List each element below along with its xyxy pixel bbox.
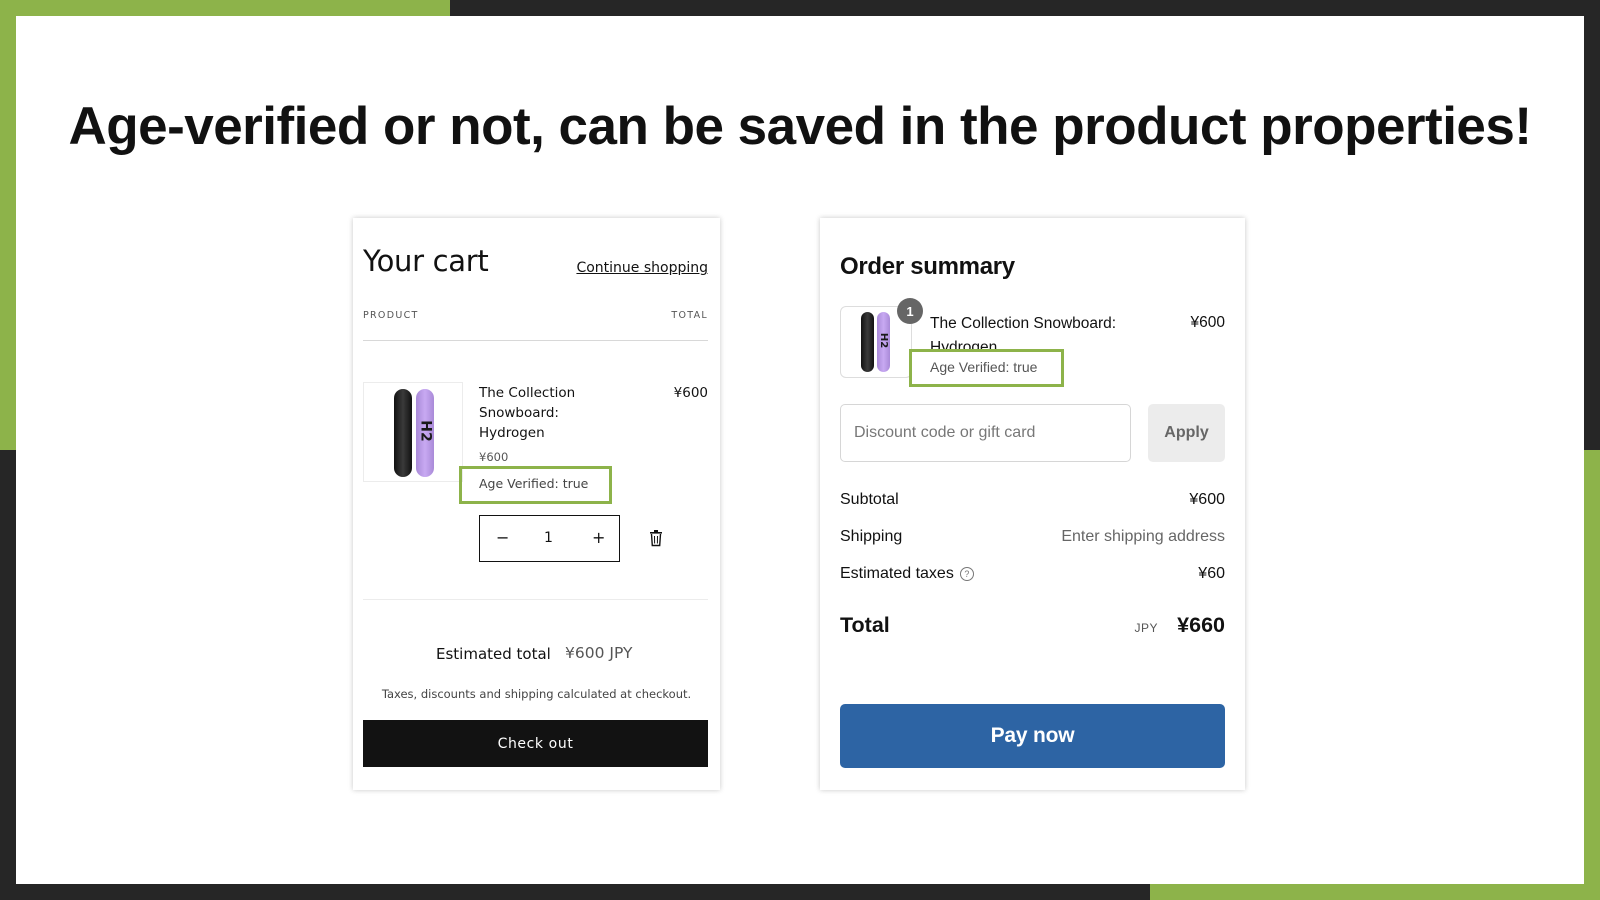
order-summary-panel: Order summary H2 1 The Collection Snowbo… [820, 218, 1245, 790]
subtotal-label: Subtotal [840, 491, 899, 508]
shipping-value: Enter shipping address [1061, 528, 1225, 545]
estimated-taxes-row: Estimated taxes? [840, 565, 974, 583]
summary-product-price: ¥600 [1190, 314, 1225, 331]
trash-icon[interactable] [649, 529, 663, 547]
quantity-value[interactable]: 1 [544, 530, 553, 546]
cart-column-product: PRODUCT [363, 310, 419, 321]
summary-product-name: The Collection Snowboard: Hydrogen [930, 315, 1117, 350]
estimated-taxes-label: Estimated taxes [840, 565, 954, 582]
summary-property-highlight [909, 349, 1064, 387]
cart-property-highlight [459, 466, 612, 504]
help-circle-icon[interactable]: ? [959, 567, 974, 581]
snowboard-dark [394, 389, 412, 477]
order-summary-title: Order summary [840, 253, 1015, 280]
shipping-label: Shipping [840, 528, 903, 545]
estimated-total-label: Estimated total [436, 645, 551, 663]
quantity-decrease-button[interactable]: − [496, 528, 509, 547]
checkout-button[interactable]: Check out [363, 720, 708, 767]
total-label: Total [840, 613, 890, 637]
apply-discount-button[interactable]: Apply [1148, 404, 1225, 462]
quantity-increase-button[interactable]: + [592, 528, 605, 547]
cart-footer-divider [363, 599, 708, 600]
discount-code-input[interactable] [840, 404, 1131, 462]
estimated-taxes-value: ¥60 [1198, 565, 1225, 582]
total-currency: JPY [1134, 621, 1158, 635]
cart-header-divider [363, 340, 708, 341]
cart-line-price: ¥600 [673, 385, 708, 401]
frame-accent-right [1584, 450, 1600, 900]
pay-now-button[interactable]: Pay now [840, 704, 1225, 768]
subtotal-value: ¥600 [1189, 491, 1225, 508]
estimated-total-value: ¥600 JPY [565, 644, 633, 662]
total-value: ¥660 [1177, 613, 1225, 637]
quantity-stepper: − 1 + [479, 515, 620, 562]
cart-unit-price: ¥600 [479, 450, 509, 464]
slide: Age-verified or not, can be saved in the… [16, 16, 1584, 884]
continue-shopping-link[interactable]: Continue shopping [576, 260, 708, 276]
cart-product-name[interactable]: The Collection Snowboard: Hydrogen [479, 383, 609, 443]
snowboard-logo: H2 [417, 420, 434, 442]
quantity-badge: 1 [897, 298, 923, 324]
checkout-note: Taxes, discounts and shipping calculated… [381, 687, 692, 701]
cart-panel: Your cart Continue shopping PRODUCT TOTA… [353, 218, 720, 790]
snowboard-logo: H2 [878, 332, 890, 349]
cart-column-total: TOTAL [671, 310, 708, 321]
slide-headline: Age-verified or not, can be saved in the… [68, 97, 1532, 156]
cart-title: Your cart [363, 244, 489, 278]
frame-accent-left [0, 0, 16, 450]
snowboard-dark [861, 312, 874, 372]
frame-accent-top-left [0, 0, 450, 16]
cart-product-image[interactable]: H2 [363, 382, 463, 482]
frame-accent-bottom-right [1150, 884, 1600, 900]
